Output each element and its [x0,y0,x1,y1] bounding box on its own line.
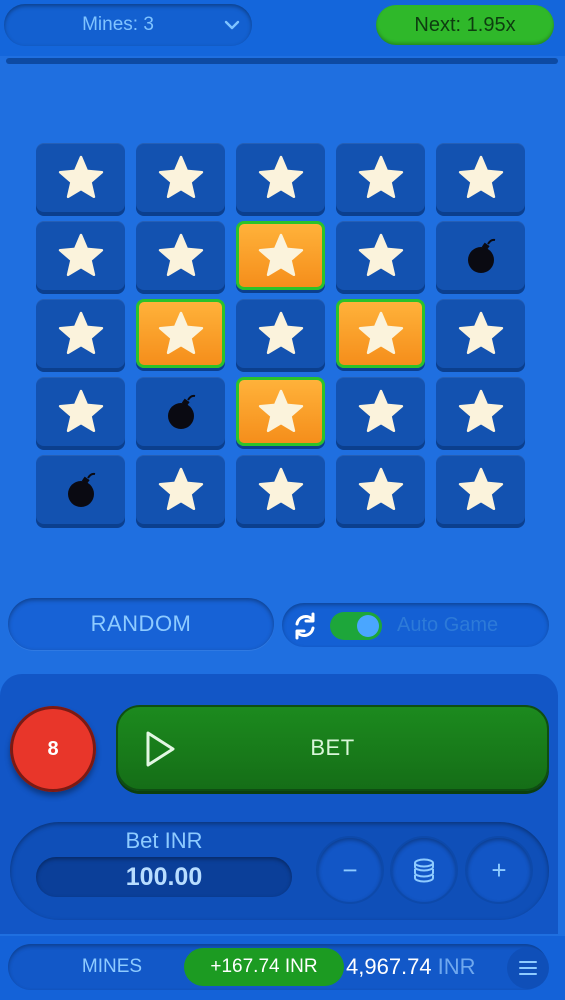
star-icon [158,233,203,276]
round-counter-badge: 8 [10,706,96,792]
tile-r3-c2[interactable] [136,299,225,368]
star-icon [358,155,403,198]
star-icon [358,233,403,276]
random-button[interactable]: RANDOM [8,598,274,650]
auto-game-label: Auto Game [397,614,499,636]
tile-r4-c1[interactable] [36,377,125,446]
star-icon [58,155,103,198]
menu-icon [519,961,537,975]
tile-r4-c4[interactable] [336,377,425,446]
top-divider [6,58,558,64]
tile-r3-c3[interactable] [236,299,325,368]
tile-r1-c3[interactable] [236,143,325,212]
bomb-icon [167,394,195,429]
tile-r3-c4[interactable] [336,299,425,368]
star-icon [258,467,303,510]
star-icon [358,311,403,354]
increase-bet-button[interactable]: + [467,838,531,902]
star-icon [58,233,103,276]
tile-r1-c4[interactable] [336,143,425,212]
game-name-label[interactable]: MINES [64,944,160,990]
star-icon [58,311,103,354]
tile-r4-c2[interactable] [136,377,225,446]
mines-count-label: Mines: 3 [82,14,154,35]
star-icon [358,389,403,432]
bet-button-label: BET [310,735,355,760]
coins-button[interactable] [392,838,456,902]
star-icon [458,155,503,198]
balance-currency: INR [437,954,476,979]
star-icon [458,389,503,432]
star-icon [258,311,303,354]
auto-game-panel: Auto Game [282,603,549,647]
star-icon [458,467,503,510]
tile-r3-c1[interactable] [36,299,125,368]
tile-r1-c2[interactable] [136,143,225,212]
bet-amount-field[interactable]: 100.00 [36,857,292,897]
win-amount-badge: +167.74 INR [184,948,344,986]
tile-r2-c2[interactable] [136,221,225,290]
bomb-icon [67,472,95,507]
mines-count-select[interactable]: Mines: 3 [4,4,252,46]
tile-r4-c3[interactable] [236,377,325,446]
tile-r1-c5[interactable] [436,143,525,212]
star-icon [158,467,203,510]
star-icon [258,389,303,432]
tile-r2-c1[interactable] [36,221,125,290]
auto-game-toggle[interactable] [330,612,382,640]
star-icon [458,311,503,354]
tile-r4-c5[interactable] [436,377,525,446]
tile-r2-c3[interactable] [236,221,325,290]
tile-r5-c3[interactable] [236,455,325,524]
coins-icon [414,858,434,883]
star-icon [358,467,403,510]
star-icon [158,155,203,198]
tile-r2-c5[interactable] [436,221,525,290]
star-icon [158,311,203,354]
balance-display: 4,967.74 INR [346,944,476,990]
star-icon [58,389,103,432]
tile-r5-c4[interactable] [336,455,425,524]
tile-r2-c4[interactable] [336,221,425,290]
tile-r3-c5[interactable] [436,299,525,368]
star-icon [258,155,303,198]
chevron-down-icon [224,20,240,30]
toggle-knob [357,615,379,637]
next-multiplier-badge: Next: 1.95x [376,5,554,45]
tile-r5-c5[interactable] [436,455,525,524]
balance-value: 4,967.74 [346,954,432,979]
star-icon [258,233,303,276]
menu-button[interactable] [507,947,549,989]
tile-r1-c1[interactable] [36,143,125,212]
bet-caption: Bet INR [125,828,203,853]
tile-r5-c1[interactable] [36,455,125,524]
mines-grid [36,143,525,524]
bomb-icon [467,238,495,273]
tile-r5-c2[interactable] [136,455,225,524]
bet-button[interactable]: BET [116,705,549,791]
decrease-bet-button[interactable]: − [318,838,382,902]
refresh-icon[interactable] [288,609,322,643]
